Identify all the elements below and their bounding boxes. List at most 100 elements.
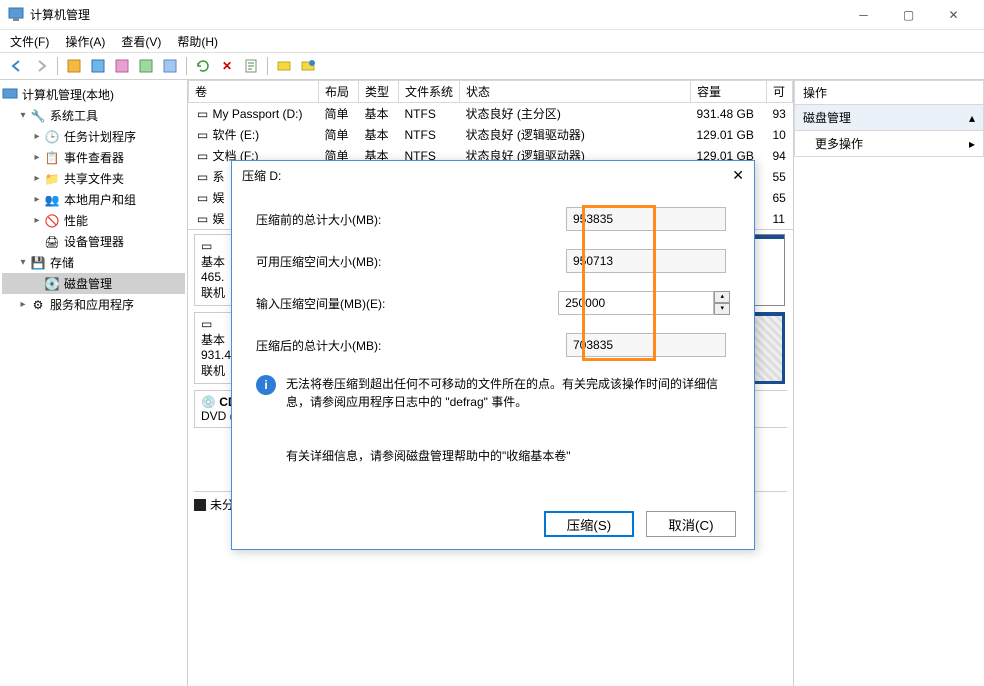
input-shrink-amount[interactable] xyxy=(558,291,714,315)
titlebar: 计算机管理 ─ ▢ ✕ xyxy=(0,0,984,30)
tree-root[interactable]: 计算机管理(本地) xyxy=(2,84,185,105)
spin-down[interactable]: ▾ xyxy=(714,303,730,315)
menu-action[interactable]: 操作(A) xyxy=(59,31,111,52)
tree-disk-management[interactable]: 💽磁盘管理 xyxy=(2,273,185,294)
menu-file[interactable]: 文件(F) xyxy=(4,31,55,52)
volume-icon: ▭ xyxy=(195,108,211,120)
actions-section[interactable]: 磁盘管理▴ xyxy=(794,104,984,131)
chevron-up-icon: ▴ xyxy=(969,111,975,125)
nav-tree: 计算机管理(本地) ▾🔧系统工具 ▸🕒任务计划程序 ▸📋事件查看器 ▸📁共享文件… xyxy=(0,80,188,686)
users-icon: 👥 xyxy=(44,192,60,208)
tree-label: 设备管理器 xyxy=(64,233,124,250)
col-fs[interactable]: 文件系统 xyxy=(399,81,460,103)
volume-icon: ▭ xyxy=(195,129,211,141)
clock-icon: 🕒 xyxy=(44,129,60,145)
window-title: 计算机管理 xyxy=(30,6,841,23)
col-capacity[interactable]: 容量 xyxy=(691,81,767,103)
tree-shared-folders[interactable]: ▸📁共享文件夹 xyxy=(2,168,185,189)
services-icon: ⚙ xyxy=(30,297,46,313)
tool-icon-2[interactable] xyxy=(87,55,109,77)
shrink-input[interactable] xyxy=(565,296,707,310)
delete-icon[interactable]: ✕ xyxy=(216,55,238,77)
tree-device-manager[interactable]: 🖨设备管理器 xyxy=(2,231,185,252)
expand-icon[interactable]: ▸ xyxy=(16,299,30,310)
expand-icon[interactable]: ▸ xyxy=(30,173,44,184)
computer-icon xyxy=(2,87,18,103)
folder-icon: 📁 xyxy=(44,171,60,187)
tree-system-tools[interactable]: ▾🔧系统工具 xyxy=(2,105,185,126)
expand-icon[interactable]: ▸ xyxy=(30,215,44,226)
app-icon xyxy=(8,7,24,23)
tool-icon-4[interactable] xyxy=(135,55,157,77)
tree-label: 存储 xyxy=(50,254,74,271)
expand-icon[interactable]: ▸ xyxy=(30,131,44,142)
actions-header: 操作 xyxy=(794,80,984,105)
tool-icon-1[interactable] xyxy=(63,55,85,77)
chevron-right-icon: ▸ xyxy=(969,137,975,151)
col-avail[interactable]: 可 xyxy=(767,81,793,103)
expand-icon[interactable]: ▸ xyxy=(30,152,44,163)
storage-icon: 💾 xyxy=(30,255,46,271)
label-available: 可用压缩空间大小(MB): xyxy=(256,253,566,270)
expand-icon[interactable]: ▸ xyxy=(30,194,44,205)
tree-label: 服务和应用程序 xyxy=(50,296,134,313)
table-row[interactable]: ▭My Passport (D:)简单基本NTFS状态良好 (主分区)931.4… xyxy=(189,103,793,125)
maximize-button[interactable]: ▢ xyxy=(886,1,931,29)
tree-label: 性能 xyxy=(64,212,88,229)
spin-up[interactable]: ▴ xyxy=(714,291,730,303)
info-text-1: 无法将卷压缩到超出任何不可移动的文件所在的点。有关完成该操作时间的详细信息，请参… xyxy=(286,375,730,411)
label-size-after: 压缩后的总计大小(MB): xyxy=(256,337,566,354)
volume-icon: ▭ xyxy=(195,171,211,183)
label-input-amount: 输入压缩空间量(MB)(E): xyxy=(256,295,558,312)
tool-icon-6[interactable] xyxy=(273,55,295,77)
shrink-dialog: 压缩 D: ✕ 压缩前的总计大小(MB): 953835 可用压缩空间大小(MB… xyxy=(231,160,755,550)
minimize-button[interactable]: ─ xyxy=(841,1,886,29)
col-type[interactable]: 类型 xyxy=(359,81,399,103)
event-icon: 📋 xyxy=(44,150,60,166)
expand-icon[interactable]: ▾ xyxy=(16,110,30,121)
value-available: 950713 xyxy=(566,249,726,273)
perf-icon: 🚫 xyxy=(44,213,60,229)
col-status[interactable]: 状态 xyxy=(460,81,691,103)
tree-performance[interactable]: ▸🚫性能 xyxy=(2,210,185,231)
close-icon[interactable]: ✕ xyxy=(732,167,744,184)
properties-icon[interactable] xyxy=(240,55,262,77)
tree-task-scheduler[interactable]: ▸🕒任务计划程序 xyxy=(2,126,185,147)
tree-label: 计算机管理(本地) xyxy=(22,86,114,103)
expand-icon[interactable]: ▾ xyxy=(16,257,30,268)
toolbar: ✕ xyxy=(0,52,984,80)
value-size-before: 953835 xyxy=(566,207,726,231)
tool-icon-3[interactable] xyxy=(111,55,133,77)
refresh-icon[interactable] xyxy=(192,55,214,77)
tool-icon-7[interactable] xyxy=(297,55,319,77)
tree-storage[interactable]: ▾💾存储 xyxy=(2,252,185,273)
tree-label: 任务计划程序 xyxy=(64,128,136,145)
tree-label: 磁盘管理 xyxy=(64,275,112,292)
actions-pane: 操作 磁盘管理▴ 更多操作▸ xyxy=(794,80,984,686)
tool-icon-5[interactable] xyxy=(159,55,181,77)
back-button[interactable] xyxy=(6,55,28,77)
tree-local-users[interactable]: ▸👥本地用户和组 xyxy=(2,189,185,210)
shrink-button[interactable]: 压缩(S) xyxy=(544,511,634,537)
menu-help[interactable]: 帮助(H) xyxy=(171,31,224,52)
dialog-titlebar: 压缩 D: ✕ xyxy=(232,161,754,189)
col-layout[interactable]: 布局 xyxy=(319,81,359,103)
device-icon: 🖨 xyxy=(44,234,60,250)
volume-icon: ▭ xyxy=(195,192,211,204)
disk-icon: 💽 xyxy=(44,276,60,292)
tree-services[interactable]: ▸⚙服务和应用程序 xyxy=(2,294,185,315)
forward-button[interactable] xyxy=(30,55,52,77)
tree-event-viewer[interactable]: ▸📋事件查看器 xyxy=(2,147,185,168)
col-volume[interactable]: 卷 xyxy=(189,81,319,103)
menubar: 文件(F) 操作(A) 查看(V) 帮助(H) xyxy=(0,30,984,52)
menu-view[interactable]: 查看(V) xyxy=(115,31,167,52)
table-row[interactable]: ▭软件 (E:)简单基本NTFS状态良好 (逻辑驱动器)129.01 GB10 xyxy=(189,124,793,145)
cancel-button[interactable]: 取消(C) xyxy=(646,511,736,537)
dialog-title: 压缩 D: xyxy=(242,167,281,184)
actions-more[interactable]: 更多操作▸ xyxy=(794,130,984,157)
label-size-before: 压缩前的总计大小(MB): xyxy=(256,211,566,228)
tools-icon: 🔧 xyxy=(30,108,46,124)
tree-label: 事件查看器 xyxy=(64,149,124,166)
close-button[interactable]: ✕ xyxy=(931,1,976,29)
info-text-2: 有关详细信息，请参阅磁盘管理帮助中的"收缩基本卷" xyxy=(286,447,730,464)
